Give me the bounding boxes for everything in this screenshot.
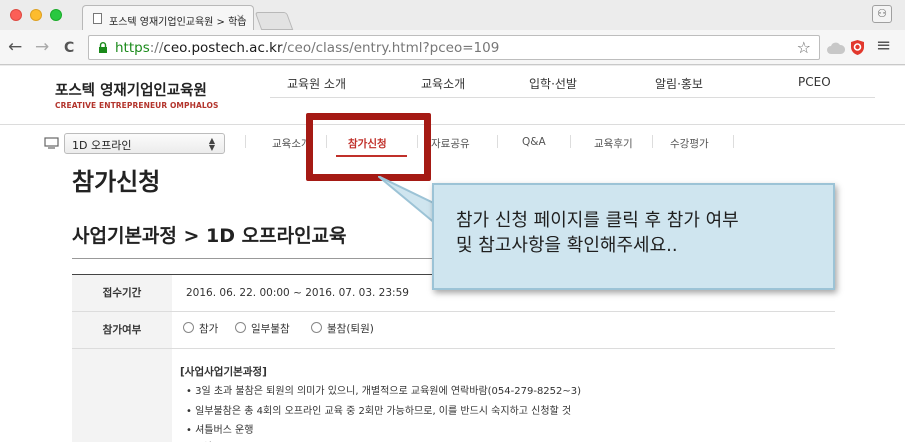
profile-icon[interactable]: ⚇: [872, 5, 892, 23]
callout-text: 참가 신청 페이지를 클릭 후 참가 여부 및 참고사항을 확인해주세요..: [456, 208, 739, 258]
main-nav-divider: [270, 97, 875, 98]
reload-icon[interactable]: C: [64, 39, 74, 57]
monitor-icon: [44, 137, 59, 149]
url-scheme: https: [115, 40, 150, 56]
callout-line-1: 참가 신청 페이지를 클릭 후 참가 여부: [456, 210, 739, 231]
url-host: ceo.postech.ac.kr: [163, 40, 283, 56]
url-separator: ://: [149, 40, 164, 56]
site-logo-subtitle: CREATIVE ENTREPRENEUR OMPHALOS: [55, 101, 219, 110]
subnav-reviews[interactable]: 교육후기: [594, 136, 633, 151]
note-text: 3일 초과 불참은 퇴원의 의미가 있으니, 개별적으로 교육원에 연락바람(0…: [195, 386, 582, 397]
subnav-resources[interactable]: 자료공유: [431, 136, 470, 151]
page-title: 참가신청: [72, 168, 161, 196]
radio-withdraw[interactable]: [311, 322, 322, 333]
browser-toolbar: ← → C https://ceo.postech.ac.kr/ceo/clas…: [0, 30, 905, 65]
close-window-button[interactable]: [10, 9, 22, 21]
bookmark-star-icon[interactable]: ☆: [797, 38, 811, 57]
notes-label-cell: [72, 349, 172, 442]
main-nav-pceo[interactable]: PCEO: [798, 75, 831, 89]
url-path: /ceo/class/entry.html?pceo=109: [282, 40, 500, 56]
subnav-separator: [733, 135, 734, 148]
table-row-divider: [72, 311, 835, 312]
back-arrow-icon[interactable]: ←: [8, 38, 22, 56]
tab-close-icon[interactable]: ×: [236, 11, 245, 24]
option-partial-absence-label[interactable]: 일부불참: [251, 321, 290, 336]
note-item: • 3일 초과 불참은 퇴원의 의미가 있으니, 개별적으로 교육원에 연락바람…: [186, 386, 582, 397]
participation-label: 참가여부: [72, 312, 172, 348]
subnav-qna[interactable]: Q&A: [522, 136, 546, 148]
subnav-separator: [245, 135, 246, 148]
tutorial-callout: 참가 신청 페이지를 클릭 후 참가 여부 및 참고사항을 확인해주세요..: [432, 183, 835, 290]
lock-icon: [99, 42, 107, 53]
option-withdraw-label[interactable]: 불참(퇴원): [327, 321, 374, 336]
extension-cloud-icon[interactable]: [827, 41, 845, 55]
header-divider: [0, 124, 905, 125]
chrome-menu-icon[interactable]: ≡: [876, 37, 891, 55]
callout-line-2: 및 참고사항을 확인해주세요..: [456, 235, 678, 256]
notes-heading: [사업사업기본과정]: [180, 366, 267, 378]
note-text: 셔틀버스 운행: [195, 425, 254, 436]
course-select[interactable]: 1D 오프라인 ▲ ▼: [64, 133, 225, 154]
subnav-evaluation[interactable]: 수강평가: [670, 136, 709, 151]
main-nav-admission[interactable]: 입학·선발: [529, 75, 577, 92]
option-attend-label[interactable]: 참가: [199, 321, 218, 336]
new-tab-button[interactable]: [254, 12, 294, 30]
note-item: • 일부불참은 총 4회의 오프라인 교육 중 2회만 가능하므로, 이를 반드…: [186, 406, 572, 417]
subnav-separator: [570, 135, 571, 148]
period-label: 접수기간: [72, 275, 172, 311]
main-nav-education[interactable]: 교육소개: [421, 75, 465, 92]
browser-tab[interactable]: 포스텍 영재기업인교육원 > 학습 ×: [82, 5, 254, 30]
tab-title: 포스텍 영재기업인교육원 > 학습: [109, 17, 247, 28]
note-text: 일부불참은 총 4회의 오프라인 교육 중 2회만 가능하므로, 이를 반드시 …: [195, 406, 572, 417]
forward-arrow-icon[interactable]: →: [35, 38, 49, 56]
extension-shield-icon[interactable]: [850, 39, 865, 56]
period-value: 2016. 06. 22. 00:00 ~ 2016. 07. 03. 23:5…: [186, 287, 409, 299]
section-title: 사업기본과정 > 1D 오프라인교육: [72, 225, 347, 247]
address-bar[interactable]: https://ceo.postech.ac.kr/ceo/class/entr…: [88, 35, 820, 60]
radio-attend[interactable]: [183, 322, 194, 333]
highlight-box: [306, 113, 431, 181]
page-icon: [93, 13, 102, 24]
note-item: • 셔틀버스 운행: [186, 425, 254, 436]
subnav-separator: [497, 135, 498, 148]
main-nav-about[interactable]: 교육원 소개: [287, 75, 346, 92]
zoom-window-button[interactable]: [50, 9, 62, 21]
course-select-value: 1D 오프라인: [72, 139, 132, 152]
subnav-separator: [652, 135, 653, 148]
subnav-education-intro[interactable]: 교육소개: [272, 136, 311, 151]
site-logo-title[interactable]: 포스텍 영재기업인교육원: [55, 79, 207, 100]
radio-partial-absence[interactable]: [235, 322, 246, 333]
main-nav-news[interactable]: 알림·홍보: [655, 75, 703, 92]
minimize-window-button[interactable]: [30, 9, 42, 21]
note-subitem-partial: - 일: [196, 438, 212, 442]
select-arrows-icon: ▲ ▼: [208, 136, 215, 152]
table-row-divider: [72, 348, 835, 349]
